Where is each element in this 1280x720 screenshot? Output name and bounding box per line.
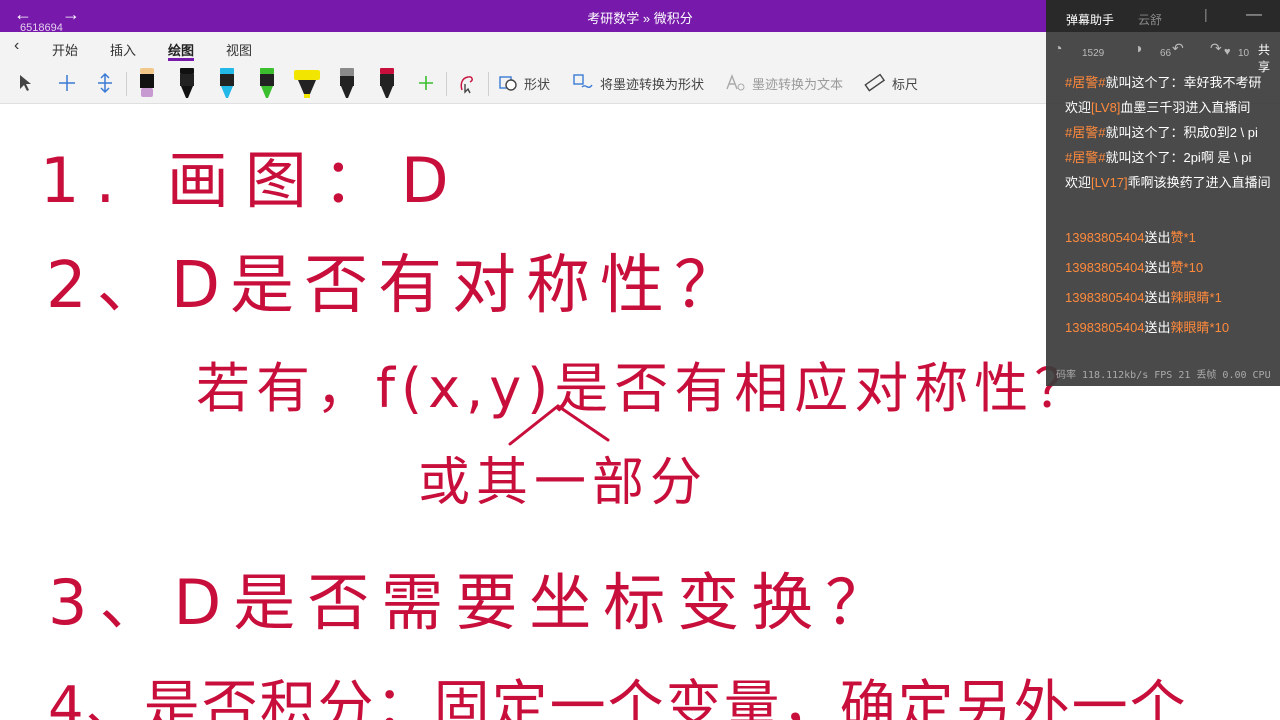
ink-line-1: 1. 画图：D [40,144,465,217]
ruler-button[interactable]: 标尺 [864,62,918,104]
stat-fans: 66 [1160,48,1172,59]
danmu-user: #居警# [1065,75,1106,90]
gift-message: 13983805404送出辣眼睛*10 [1065,317,1229,336]
toolbar-divider [488,72,489,96]
ink-to-text-label: 墨迹转换为文本 [752,76,844,92]
gift-verb: 送出 [1144,320,1171,335]
danmu-message: #居警#就叫这个了：2pi啊 是 \ pi [1065,147,1280,166]
danmu-text: 就叫这个了：积成0到2 \ pi [1105,125,1258,140]
gift-verb: 送出 [1144,260,1171,275]
ink-line-6: 4、是否积分：固定一个变量，确定另外一个 [48,675,1188,720]
tab-view[interactable]: 视图 [226,40,252,59]
gift-message: 13983805404送出赞*10 [1065,257,1203,276]
ruler-label: 标尺 [892,76,919,92]
danmu-tabs: 弹幕助手 云舒 | — [1046,0,1280,32]
ink-line-2: 2、D是否有对称性？ [46,249,748,323]
ink-line-5: 3、D是否需要坐标变换？ [48,566,900,639]
danmu-welcome: 欢迎 [1065,100,1092,115]
danmu-tab-yunshu[interactable]: 云舒 [1138,11,1162,28]
stat-likes: 10 [1238,48,1250,59]
ink-to-text-icon [726,74,745,91]
toolbar-divider [446,72,447,96]
pen-purple-icon[interactable] [138,62,156,104]
gift-user: 13983805404 [1065,290,1145,305]
gift-item: 赞*10 [1170,260,1204,275]
stat-viewers: 1529 [1082,48,1105,59]
gift-message: 13983805404送出赞*1 [1065,227,1196,246]
gift-message: 13983805404送出辣眼睛*1 [1065,287,1222,306]
danmu-level: [LV17] [1091,175,1128,190]
danmu-message: 欢迎[LV17]乖啊该换药了进入直播间 [1065,172,1280,191]
gift-verb: 送出 [1144,290,1171,305]
ink-to-shape-button[interactable]: 将墨迹转换为形状 [572,62,704,104]
danmu-tab-assistant[interactable]: 弹幕助手 [1066,11,1114,28]
shapes-icon [499,76,517,91]
select-tool-icon[interactable] [16,62,38,104]
panel-divider-icon: | [1204,6,1208,22]
add-space-icon[interactable] [56,62,78,104]
toolbar-divider [126,72,127,96]
danmu-message: 欢迎[LV8]血墨三千羽进入直播间 [1065,97,1280,116]
add-pen-icon[interactable] [416,62,436,104]
heart-icon: ♥ [1224,46,1231,58]
gift-item: 辣眼睛*10 [1170,320,1230,335]
pen-cyan-icon[interactable] [218,62,236,104]
ink-line-3: 若有，f(x,y)是否有相应对称性？ [196,357,1095,420]
pen-green-icon[interactable] [258,62,276,104]
danmu-panel: 弹幕助手 云舒 | — ◔ 1529 ◑ 66 ↶ ↷ ♥ 10 共享 #居警#… [1046,0,1280,386]
danmu-user: #居警# [1065,150,1106,165]
tab-draw[interactable]: 绘图 [168,40,194,59]
danmu-text: 就叫这个了：幸好我不考研 [1105,75,1262,90]
tab-home[interactable]: 开始 [52,40,78,59]
gift-item: 赞*1 [1170,230,1196,245]
fans-icon: ◑ [1134,40,1143,56]
stream-stats-row: ◔ 1529 ◑ 66 ↶ ↷ ♥ 10 共享 [1046,40,1280,74]
lasso-select-icon[interactable] [456,62,478,104]
danmu-text: 乖啊该换药了进入直播间 [1127,175,1271,190]
active-tab-indicator [168,58,194,61]
pen-red-icon[interactable] [378,62,396,104]
danmu-message: #居警#就叫这个了：积成0到2 \ pi [1065,122,1280,141]
danmu-message: #居警#就叫这个了：幸好我不考研 [1065,72,1280,91]
gift-user: 13983805404 [1065,260,1145,275]
pen-black-icon[interactable] [178,62,196,104]
insert-space-icon[interactable] [94,62,116,104]
minimize-icon[interactable]: — [1246,6,1262,24]
ruler-icon [864,73,886,92]
danmu-welcome: 欢迎 [1065,175,1092,190]
highlighter-yellow-icon[interactable] [292,62,322,104]
shapes-button[interactable]: 形状 [498,62,550,104]
stream-perf-readout: 码率 118.112kb/s FPS 21 丢帧 0.00 CPU [1056,370,1271,381]
ink-line-4: 或其一部分 [418,453,709,513]
gift-user: 13983805404 [1065,320,1145,335]
gift-user: 13983805404 [1065,230,1145,245]
gift-verb: 送出 [1144,230,1171,245]
onenote-window: ← → 考研数学 » 微积分 6518694 ‹ 开始 插入 绘图 视图 形状 … [0,0,1280,720]
undo-icon[interactable]: ↶ [1172,40,1184,57]
danmu-text: 血墨三千羽进入直播间 [1120,100,1251,115]
shapes-label: 形状 [524,76,551,92]
redo-icon[interactable]: ↷ [1210,40,1222,57]
danmu-text: 就叫这个了：2pi啊 是 \ pi [1105,150,1252,165]
gift-item: 辣眼睛*1 [1170,290,1222,305]
danmu-level: [LV8] [1091,100,1121,115]
ink-to-shape-label: 将墨迹转换为形状 [600,76,705,92]
collapse-chevron-icon[interactable]: ‹ [14,37,19,55]
danmu-user: #居警# [1065,125,1106,140]
ink-to-shape-icon [573,74,593,88]
pen-gray-icon[interactable] [338,62,356,104]
share-label[interactable]: 共享 [1258,41,1280,75]
tab-insert[interactable]: 插入 [110,40,136,59]
ink-to-text-button[interactable]: 墨迹转换为文本 [724,62,843,104]
viewer-icon: ◔ [1054,40,1063,56]
